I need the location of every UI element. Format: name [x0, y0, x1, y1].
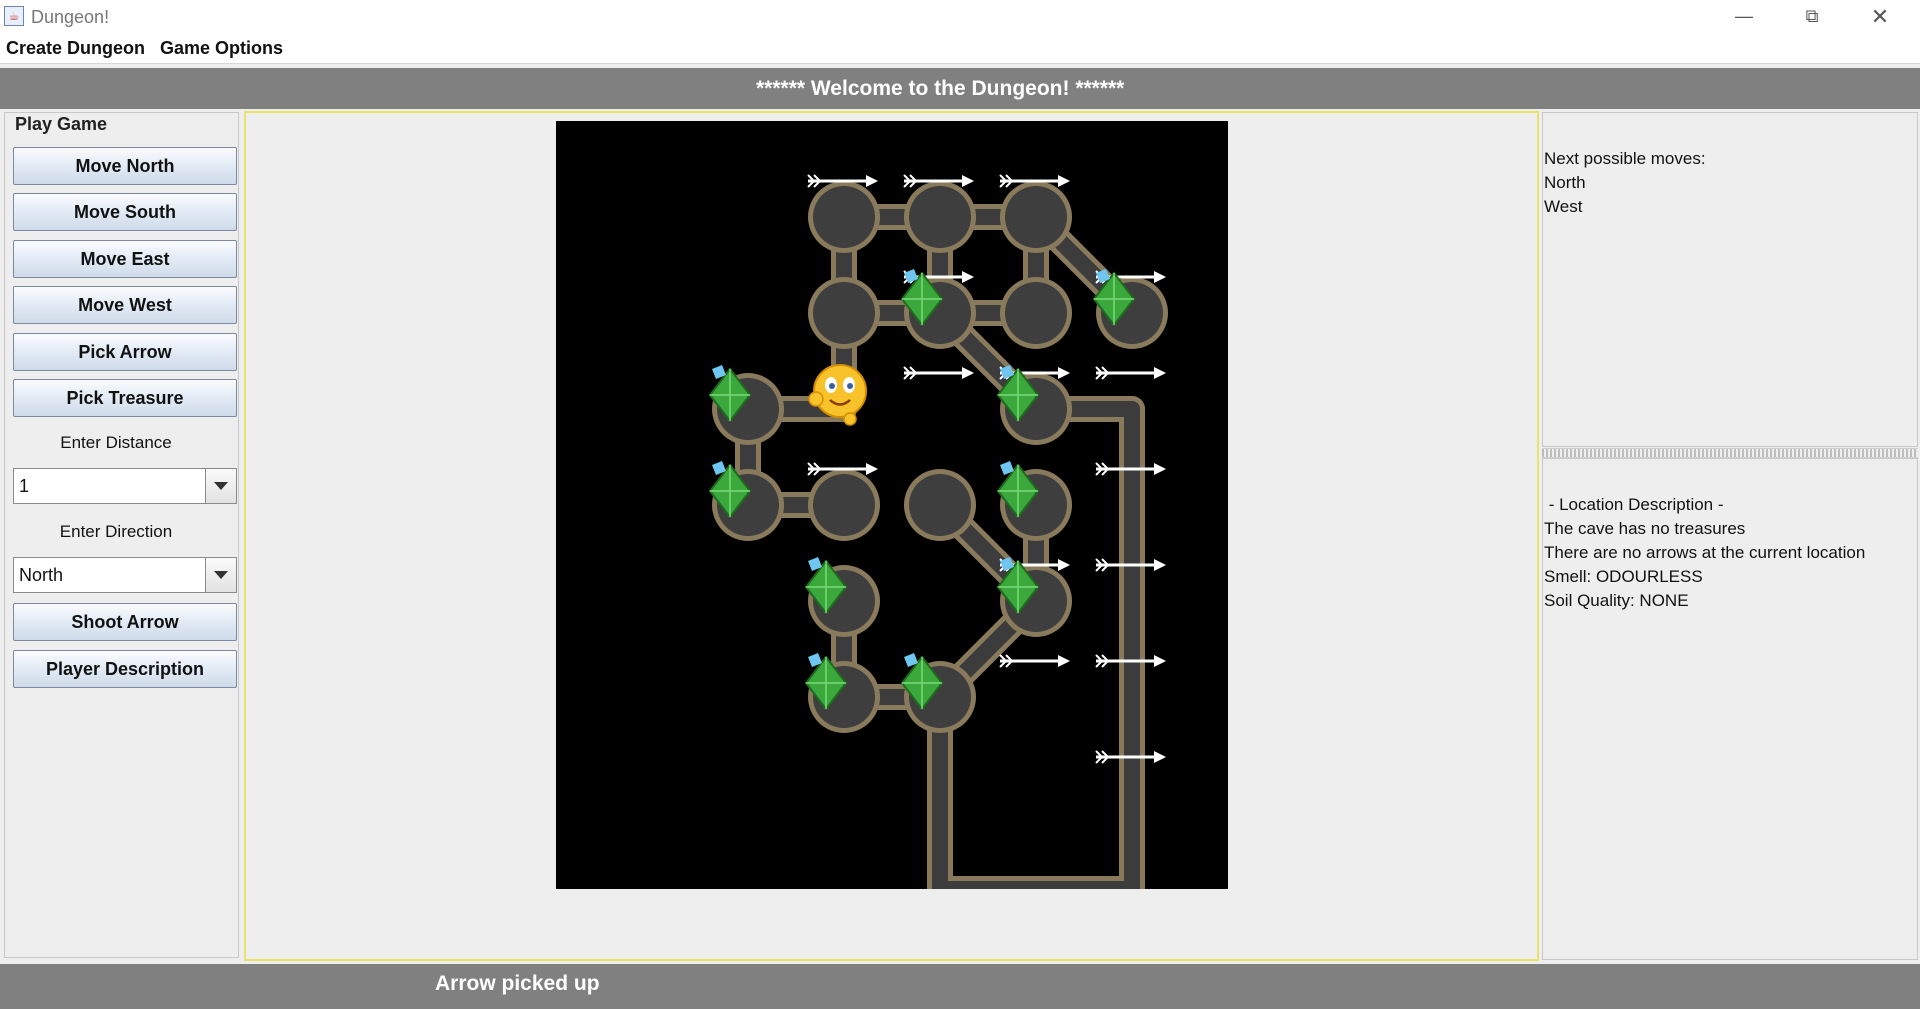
window-title: Dungeon!	[31, 7, 110, 27]
move-west-button[interactable]: Move West	[13, 286, 237, 324]
menu-game-options[interactable]: Game Options	[160, 38, 283, 59]
chevron-down-icon[interactable]	[205, 558, 236, 592]
location-treasure-line: The cave has no treasures	[1544, 519, 1746, 538]
split-pane-divider[interactable]	[1542, 448, 1918, 458]
status-bar: Arrow picked up	[0, 964, 1920, 1009]
enter-distance-label: Enter Distance	[60, 433, 172, 452]
cave	[909, 186, 971, 248]
move-south-button[interactable]: Move South	[13, 193, 237, 231]
possible-moves-heading: Next possible moves:	[1544, 149, 1706, 168]
location-heading: - Location Description -	[1544, 495, 1724, 514]
arrow-icon	[999, 654, 1070, 668]
menu-create-dungeon[interactable]: Create Dungeon	[6, 38, 145, 59]
location-description-panel: - Location Description - The cave has no…	[1542, 458, 1918, 960]
minimize-icon[interactable]: —	[1710, 0, 1778, 35]
enter-direction-label: Enter Direction	[59, 522, 173, 541]
welcome-banner: ****** Welcome to the Dungeon! ******	[0, 68, 1920, 109]
chevron-down-icon[interactable]	[205, 469, 236, 503]
possible-move-item: West	[1544, 197, 1583, 216]
status-message: Arrow picked up	[435, 972, 600, 995]
location-arrows-line: There are no arrows at the current locat…	[1544, 543, 1866, 562]
cave	[813, 282, 875, 344]
pick-arrow-button[interactable]: Pick Arrow	[13, 333, 237, 371]
shoot-arrow-button[interactable]: Shoot Arrow	[13, 603, 237, 641]
distance-select[interactable]: 1	[13, 468, 237, 504]
direction-select[interactable]: North	[13, 557, 237, 593]
cave	[1005, 186, 1067, 248]
title-bar: ☕ Dungeon! — ⧉ ✕	[0, 0, 1920, 35]
java-app-icon: ☕	[4, 6, 24, 26]
arrow-icon	[1095, 366, 1166, 380]
cave	[1005, 282, 1067, 344]
distance-value: 1	[19, 476, 30, 496]
cave	[909, 474, 971, 536]
arrow-icon	[903, 366, 974, 380]
menu-bar: Create Dungeon Game Options	[0, 35, 1920, 64]
direction-value: North	[19, 565, 64, 585]
dungeon-map-svg	[708, 174, 1168, 902]
possible-moves-panel: Next possible moves: North West	[1542, 112, 1918, 447]
play-game-title: Play Game	[13, 114, 110, 135]
restore-icon[interactable]: ⧉	[1778, 0, 1846, 35]
cave	[813, 474, 875, 536]
pick-treasure-button[interactable]: Pick Treasure	[13, 379, 237, 417]
move-north-button[interactable]: Move North	[13, 147, 237, 185]
possible-move-item: North	[1544, 173, 1586, 192]
move-east-button[interactable]: Move East	[13, 240, 237, 278]
location-smell-line: Smell: ODOURLESS	[1544, 567, 1703, 586]
dungeon-map	[556, 121, 1228, 902]
play-game-panel: Move North Move South Move East Move Wes…	[4, 112, 239, 958]
info-panels: Next possible moves: North West - Locati…	[1542, 112, 1920, 960]
cave	[813, 186, 875, 248]
close-icon[interactable]: ✕	[1846, 0, 1914, 35]
location-soil-line: Soil Quality: NONE	[1544, 591, 1689, 610]
player-description-button[interactable]: Player Description	[13, 650, 237, 688]
